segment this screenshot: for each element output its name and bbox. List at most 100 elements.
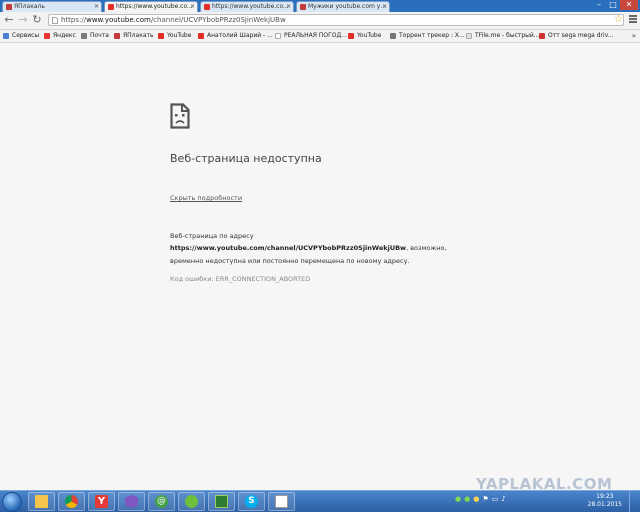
hide-details-link[interactable]: Скрыть подробности	[170, 194, 242, 202]
url-prefix: https://	[61, 16, 87, 24]
shield-icon[interactable]: ●	[473, 495, 479, 503]
tfile-icon	[466, 33, 472, 39]
bookmark-label: Торрент трекер : Х...	[399, 32, 465, 39]
reload-button[interactable]: ↻	[31, 14, 43, 26]
bookmark-label: Анатолий Шарий - ...	[207, 32, 273, 39]
maximize-button[interactable]: □	[606, 0, 620, 10]
error-url-suffix: , возможно,	[406, 244, 447, 253]
forward-button[interactable]: →	[17, 14, 29, 26]
sad-page-icon	[170, 103, 190, 129]
bookmark-item[interactable]: Отт sega mega driv...	[539, 30, 614, 42]
taskbar-app-paint[interactable]	[268, 492, 295, 511]
clock-time: 19:23	[596, 493, 614, 500]
error-code: Код ошибки: ERR_CONNECTION_ABORTED	[170, 275, 311, 283]
folder-icon	[35, 495, 48, 508]
taskbar-app-explorer[interactable]	[28, 492, 55, 511]
error-url: https://www.youtube.com/channel/UCVPYbob…	[170, 244, 407, 253]
taskbar-app-chrome[interactable]	[58, 492, 85, 511]
error-description: Веб-страница по адресу https://www.youtu…	[170, 230, 470, 267]
tab-close-icon[interactable]: ✕	[382, 2, 387, 12]
minimize-button[interactable]: –	[592, 0, 606, 10]
bookmarks-bar: Сервисы Яндекс Почта ЯПлакать YouTube Ан…	[0, 30, 640, 43]
tab-label: https://www.youtube.co...	[116, 3, 193, 10]
close-window-button[interactable]: ✕	[620, 0, 638, 10]
utorrent-tray-icon[interactable]: ●	[464, 495, 470, 503]
taskbar-app-visual-studio[interactable]	[118, 492, 145, 511]
bookmark-item[interactable]: Яндекс	[44, 30, 76, 42]
taskbar-app-icq[interactable]: @	[148, 492, 175, 511]
tab-youtube-active[interactable]: https://www.youtube.co... ✕	[104, 1, 198, 12]
tab-close-icon[interactable]: ✕	[286, 2, 291, 12]
skype-icon: S	[245, 495, 258, 508]
tab-close-icon[interactable]: ✕	[94, 2, 99, 12]
yaplakal-favicon-icon	[114, 33, 120, 39]
error-line-1: Веб-страница по адресу	[170, 232, 254, 240]
bookmark-label: Яндекс	[53, 32, 76, 39]
address-bar[interactable]: https://www.youtube.com/channel/UCVPYbob…	[48, 14, 624, 26]
clock-date: 28.01.2015	[587, 501, 622, 508]
taskbar-app-utorrent[interactable]	[178, 492, 205, 511]
show-desktop-button[interactable]	[629, 491, 640, 512]
volume-icon[interactable]: ♪	[501, 495, 505, 503]
yandex-icon	[44, 33, 50, 39]
bookmark-item[interactable]: YouTube	[158, 30, 191, 42]
bookmark-label: РЕАЛЬНАЯ ПОГОД...	[284, 32, 347, 39]
network-icon[interactable]: ●	[455, 495, 461, 503]
chrome-menu-icon[interactable]	[629, 15, 637, 24]
terminal-icon	[215, 495, 228, 508]
bookmarks-overflow-button[interactable]: »	[632, 30, 636, 42]
bookmark-label: ЯПлакать	[123, 32, 154, 39]
flag-icon[interactable]: ⚑	[482, 495, 488, 503]
tab-close-icon[interactable]: ✕	[190, 2, 195, 12]
taskbar-app-skype[interactable]: S	[238, 492, 265, 511]
taskbar-clock[interactable]: 19:23 28.01.2015	[588, 493, 622, 509]
page-icon	[52, 17, 58, 24]
error-line-2: https://www.youtube.com/channel/UCVPYbob…	[170, 242, 470, 254]
windows-taskbar: Y @ S ● ● ● ⚑ ▭ ♪ 19:23 28.01.2015	[0, 490, 640, 512]
bookmark-label: Сервисы	[12, 32, 40, 39]
error-title: Веб-страница недоступна	[170, 152, 322, 165]
bookmark-item[interactable]: ЯПлакать	[114, 30, 154, 42]
tab-youtube[interactable]: https://www.youtube.co... ✕	[200, 1, 294, 12]
youtube-favicon-icon	[108, 4, 114, 10]
visual-studio-icon	[125, 495, 138, 508]
yaplakal-favicon-icon	[300, 4, 306, 10]
tab-label: ЯПлакаль	[14, 3, 45, 10]
start-button[interactable]	[2, 492, 22, 512]
bookmark-label: YouTube	[357, 32, 382, 39]
chrome-icon	[65, 495, 78, 508]
bookmark-label: YouTube	[167, 32, 192, 39]
monitor-icon[interactable]: ▭	[492, 495, 499, 503]
bookmark-item[interactable]: Торрент трекер : Х...	[390, 30, 465, 42]
back-button[interactable]: ←	[3, 14, 15, 26]
yaplakal-favicon-icon	[6, 4, 12, 10]
bookmark-item[interactable]: Анатолий Шарий - ...	[198, 30, 273, 42]
url-path: /channel/UCVPYbobPRzz0SjinWekjUBw	[150, 16, 286, 24]
utorrent-icon	[185, 495, 198, 508]
system-tray: ● ● ● ⚑ ▭ ♪	[455, 495, 509, 503]
bookmark-item[interactable]: Сервисы	[3, 30, 39, 42]
paint-icon	[275, 495, 288, 508]
tab-yaplakal[interactable]: ЯПлакаль ✕	[2, 1, 102, 12]
sega-icon	[539, 33, 545, 39]
tab-strip: ЯПлакаль ✕ https://www.youtube.co... ✕ h…	[0, 0, 640, 12]
apps-grid-icon	[3, 33, 9, 39]
url-host: www.youtube.com	[86, 16, 151, 24]
bookmark-item[interactable]: РЕАЛЬНАЯ ПОГОД...	[275, 30, 347, 42]
bookmark-label: Отт sega mega driv...	[548, 32, 614, 39]
youtube-favicon-icon	[204, 4, 210, 10]
youtube-favicon-icon	[198, 33, 204, 39]
taskbar-app-cmd[interactable]	[208, 492, 235, 511]
error-line-3: временно недоступна или постоянно переме…	[170, 256, 410, 265]
bookmark-item[interactable]: TFile.me - быстрый...	[466, 30, 540, 42]
taskbar-app-yandex[interactable]: Y	[88, 492, 115, 511]
page-icon	[275, 33, 281, 39]
bookmark-item[interactable]: YouTube	[348, 30, 381, 42]
tab-label: Мужики youtube.com у...	[308, 3, 387, 10]
yandex-browser-icon: Y	[95, 495, 108, 508]
bookmark-item[interactable]: Почта	[81, 30, 109, 42]
youtube-favicon-icon	[158, 33, 164, 39]
torrent-icon	[390, 33, 396, 39]
tab-muzhiki[interactable]: Мужики youtube.com у... ✕	[296, 1, 390, 12]
bookmark-star-icon[interactable]: ☆	[614, 14, 623, 25]
